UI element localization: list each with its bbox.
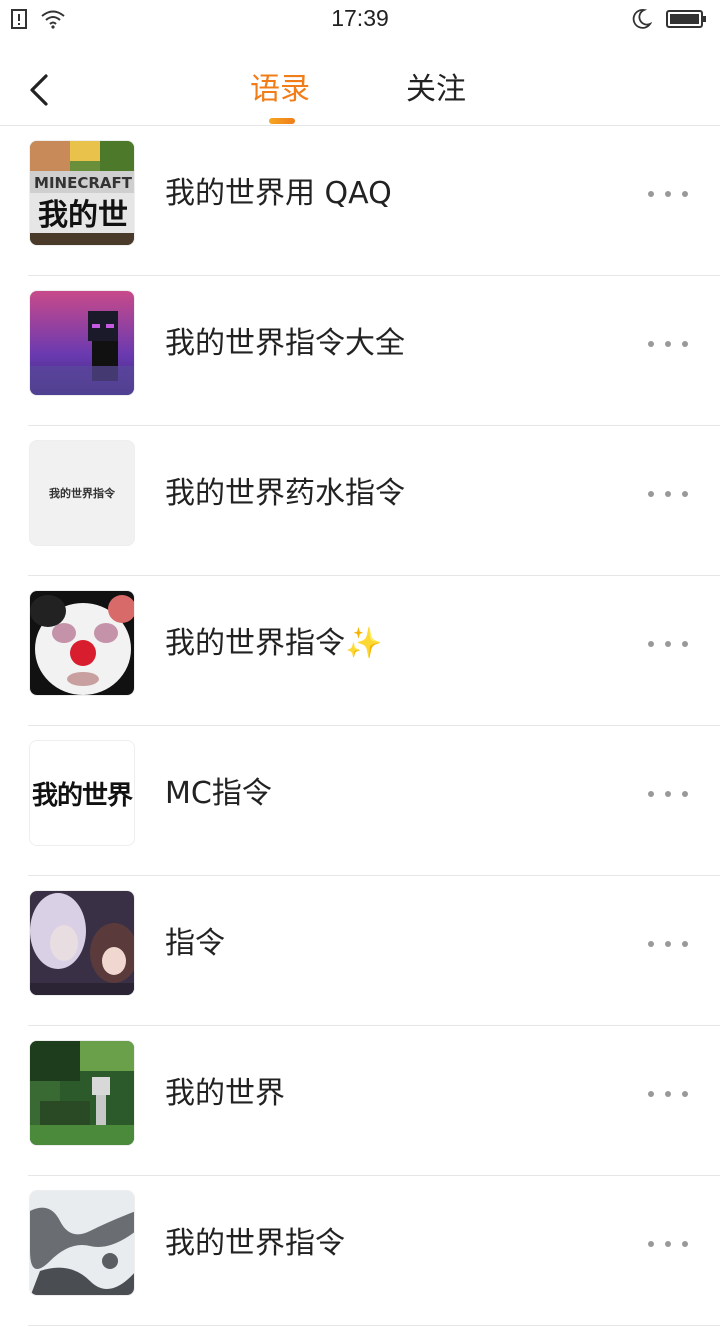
thumbnail-text: 我的世界指令 bbox=[49, 487, 115, 500]
thumbnail-text: 我的世界 bbox=[31, 780, 133, 811]
more-options-button[interactable] bbox=[648, 1238, 688, 1250]
item-thumbnail bbox=[29, 890, 135, 996]
back-button[interactable] bbox=[22, 70, 58, 110]
item-title: 我的世界用 QAQ bbox=[165, 176, 392, 211]
tab-follow[interactable]: 关注 bbox=[406, 70, 466, 110]
enderman-image bbox=[30, 291, 134, 395]
item-title: 我的世界药水指令 bbox=[165, 476, 405, 511]
more-options-button[interactable] bbox=[648, 488, 688, 500]
item-thumbnail: MINECRAFT 我的世 bbox=[29, 140, 135, 246]
list-item[interactable]: 我的世界 MC指令 bbox=[0, 726, 720, 876]
item-thumbnail bbox=[29, 1040, 135, 1146]
clown-panda-image bbox=[30, 591, 134, 695]
svg-text:我的世: 我的世 bbox=[38, 198, 128, 233]
back-arrow-icon bbox=[30, 74, 48, 106]
forest-skeleton-image bbox=[30, 1041, 134, 1145]
status-time: 17:39 bbox=[331, 5, 389, 31]
status-bar: 17:39 bbox=[0, 0, 720, 40]
item-title: MC指令 bbox=[165, 776, 272, 811]
list-item[interactable]: 我的世界指令 我的世界药水指令 bbox=[0, 426, 720, 576]
snow-texture-image bbox=[30, 1191, 134, 1295]
more-options-button[interactable] bbox=[648, 788, 688, 800]
item-thumbnail bbox=[29, 590, 135, 696]
item-title: 指令 bbox=[165, 926, 225, 961]
svg-text:MINECRAFT: MINECRAFT bbox=[34, 174, 133, 192]
item-thumbnail: 我的世界指令 bbox=[29, 440, 135, 546]
list-item[interactable]: 我的世界指令✨ bbox=[0, 576, 720, 726]
minecraft-logo-image: MINECRAFT 我的世 bbox=[30, 141, 134, 245]
list-item[interactable]: MINECRAFT 我的世 我的世界用 QAQ bbox=[0, 126, 720, 276]
nav-bar: 语录 关注 bbox=[0, 40, 720, 126]
item-thumbnail bbox=[29, 290, 135, 396]
more-options-button[interactable] bbox=[648, 938, 688, 950]
more-options-button[interactable] bbox=[648, 188, 688, 200]
tab-active-indicator bbox=[269, 118, 295, 124]
quote-list: MINECRAFT 我的世 我的世界用 QAQ 我的世界指令大全 我的世界指令 … bbox=[0, 126, 720, 1326]
item-thumbnail bbox=[29, 1190, 135, 1296]
item-title: 我的世界 bbox=[165, 1076, 285, 1111]
list-item[interactable]: 指令 bbox=[0, 876, 720, 1026]
item-title: 我的世界指令大全 bbox=[165, 326, 405, 361]
list-item[interactable]: 我的世界 bbox=[0, 1026, 720, 1176]
battery-icon bbox=[666, 10, 706, 28]
list-item[interactable]: 我的世界指令 bbox=[0, 1176, 720, 1326]
moon-icon bbox=[632, 9, 652, 29]
anime-art-image bbox=[30, 891, 134, 995]
more-options-button[interactable] bbox=[648, 338, 688, 350]
list-item[interactable]: 我的世界指令大全 bbox=[0, 276, 720, 426]
item-title: 我的世界指令 bbox=[165, 1226, 345, 1261]
item-thumbnail: 我的世界 bbox=[29, 740, 135, 846]
status-right-icons bbox=[632, 8, 708, 30]
tab-quotes[interactable]: 语录 bbox=[250, 70, 310, 110]
more-options-button[interactable] bbox=[648, 1088, 688, 1100]
more-options-button[interactable] bbox=[648, 638, 688, 650]
item-title: 我的世界指令✨ bbox=[165, 626, 383, 661]
